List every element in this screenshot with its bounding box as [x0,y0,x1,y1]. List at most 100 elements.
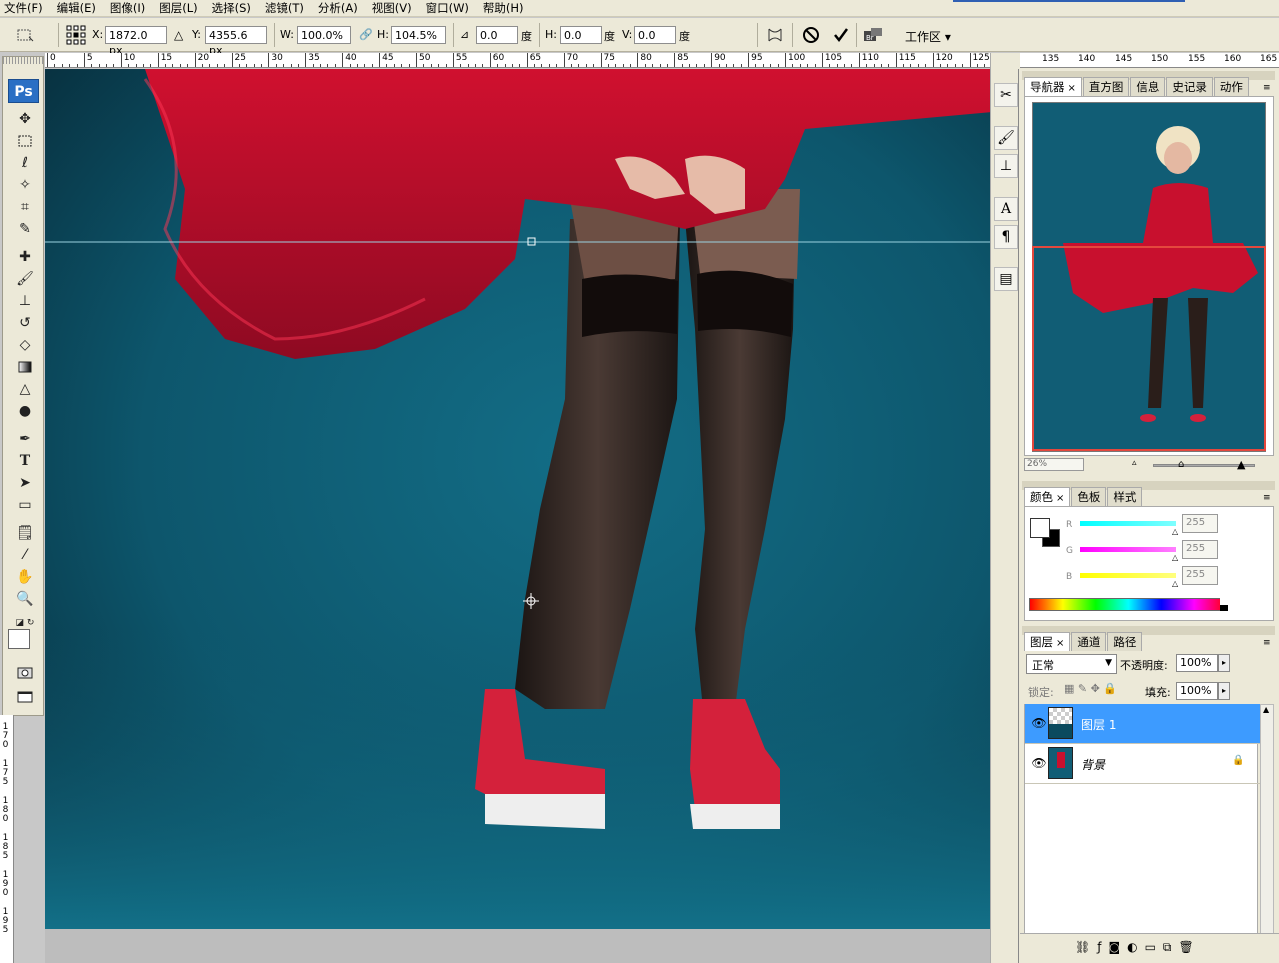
zoom-in-icon[interactable]: ▲ [1237,458,1245,471]
marquee-tool-icon[interactable] [11,131,39,151]
menu-analysis[interactable]: 分析(A) [318,0,358,16]
layer-name[interactable]: 背景 [1081,756,1105,773]
visibility-eye-icon[interactable]: 👁 [1031,756,1047,770]
zoom-out-icon[interactable]: ▵ [1132,458,1137,468]
x-field[interactable]: 1872.0 px [105,26,167,57]
opacity-arrow-icon[interactable]: ▸ [1218,654,1230,672]
menu-window[interactable]: 窗口(W) [426,0,469,16]
pen-tool-icon[interactable]: ✒ [11,429,39,449]
blend-mode-select[interactable]: 正常 ▼ [1026,654,1117,674]
tab-layers[interactable]: 图层 × [1024,632,1071,651]
dodge-tool-icon[interactable]: ● [11,401,39,421]
rotate-field[interactable]: 0.0 [476,26,518,44]
h-field[interactable]: 104.5% [391,26,446,44]
opacity-field[interactable]: 100% [1176,654,1218,672]
character-icon[interactable]: A [994,197,1018,221]
type-tool-icon[interactable]: T [11,451,39,471]
gradient-tool-icon[interactable] [11,357,39,377]
screen-mode-icon[interactable] [11,687,39,707]
tab-histogram[interactable]: 直方图 [1082,77,1130,96]
delta-icon[interactable]: △ [174,28,183,42]
lock-icons[interactable]: ▦ ✎ ✥ 🔒 [1064,682,1117,695]
menu-select[interactable]: 选择(S) [212,0,251,16]
magic-wand-icon[interactable]: ✧ [11,175,39,195]
fill-field[interactable]: 100% [1176,682,1218,700]
menu-help[interactable]: 帮助(H) [483,0,524,16]
shape-tool-icon[interactable]: ▭ [11,495,39,515]
color-fg-swatch[interactable] [1030,518,1050,538]
tab-history[interactable]: 史记录 [1166,77,1213,96]
layer-comps-icon[interactable]: ▤ [994,267,1018,291]
b-slider[interactable] [1080,573,1176,578]
menu-image[interactable]: 图像(I) [110,0,145,16]
foreground-color-swatch[interactable] [8,629,30,649]
tab-color[interactable]: 颜色 × [1024,487,1071,506]
w-field[interactable]: 100.0% [297,26,351,44]
panel-menu-icon[interactable]: ≡ [1263,83,1271,93]
healing-brush-icon[interactable]: ✚ [11,247,39,267]
eyedropper-icon[interactable]: ⁄ [11,545,39,565]
menu-file[interactable]: 文件(F) [4,0,43,16]
layers-panel-menu-icon[interactable]: ≡ [1263,638,1271,648]
r-slider-thumb[interactable]: △ [1172,527,1178,536]
layer-footer-icons[interactable]: ⛓ƒ◙◐▭⧉🗑 [1075,940,1201,955]
warp-mode-icon[interactable] [764,25,786,45]
y-field[interactable]: 4355.6 px [205,26,267,57]
navigator-zoom-field[interactable]: 26% [1024,458,1084,471]
paragraph-icon[interactable]: ¶ [994,225,1018,249]
color-ramp[interactable] [1029,598,1228,611]
tab-styles[interactable]: 样式 [1107,487,1143,506]
crop-tool-icon[interactable]: ⌗ [11,197,39,217]
vskew-field[interactable]: 0.0 [634,26,676,44]
visibility-eye-icon[interactable]: 👁 [1031,716,1047,730]
cancel-transform-icon[interactable] [800,25,822,45]
tab-info[interactable]: 信息 [1130,77,1166,96]
clone-source-icon[interactable]: ⊥ [994,154,1018,178]
zoom-slider-thumb[interactable]: ⌂ [1178,459,1184,470]
brushes-icon[interactable]: 🖌 [994,126,1018,150]
zoom-tool-icon[interactable]: 🔍 [11,589,39,609]
menu-view[interactable]: 视图(V) [372,0,412,16]
brush-tool-icon[interactable]: 🖌 [11,269,39,289]
b-value[interactable]: 255 [1182,566,1218,585]
layer-row-background[interactable]: 👁 背景 🔒 [1025,744,1260,784]
tab-actions[interactable]: 动作 [1213,77,1249,96]
clone-stamp-icon[interactable]: ⊥ [11,291,39,311]
tool-presets-icon[interactable]: ✂ [994,83,1018,107]
bridge-icon[interactable]: Br [862,25,884,45]
hskew-field[interactable]: 0.0 [560,26,602,44]
tab-paths[interactable]: 路径 [1107,632,1143,651]
g-slider-thumb[interactable]: △ [1172,553,1178,562]
tab-swatches[interactable]: 色板 [1071,487,1107,506]
b-slider-thumb[interactable]: △ [1172,579,1178,588]
notes-tool-icon[interactable]: 🗒 [11,523,39,543]
navigator-view-box[interactable] [1032,246,1266,451]
eraser-tool-icon[interactable]: ◇ [11,335,39,355]
hand-tool-icon[interactable]: ✋ [11,567,39,587]
workspace-menu[interactable]: 工作区 ▾ [905,28,951,45]
layers-scrollbar[interactable]: ▲ ▼ [1260,704,1274,944]
path-select-icon[interactable]: ➤ [11,473,39,493]
commit-transform-icon[interactable] [830,25,852,45]
g-value[interactable]: 255 [1182,540,1218,559]
document-canvas[interactable] [45,69,1018,929]
slice-tool-icon[interactable]: ✎ [11,219,39,239]
g-slider[interactable] [1080,547,1176,552]
menu-filter[interactable]: 滤镜(T) [265,0,304,16]
lasso-tool-icon[interactable]: ℓ [11,153,39,173]
transform-tool-icon[interactable] [14,25,36,45]
link-icon[interactable]: 🔗 [359,28,373,41]
quick-mask-icon[interactable] [11,663,39,683]
tab-channels[interactable]: 通道 [1071,632,1107,651]
layer-name[interactable]: 图层 1 [1081,716,1116,733]
blur-tool-icon[interactable]: △ [11,379,39,399]
fill-arrow-icon[interactable]: ▸ [1218,682,1230,700]
layer-row-layer1[interactable]: 👁 图层 1 [1025,704,1260,744]
tab-navigator[interactable]: 导航器 × [1024,77,1082,96]
history-brush-icon[interactable]: ↺ [11,313,39,333]
menu-edit[interactable]: 编辑(E) [57,0,96,16]
color-panel-menu-icon[interactable]: ≡ [1263,493,1271,503]
reference-point-icon[interactable] [65,25,87,45]
r-value[interactable]: 255 [1182,514,1218,533]
r-slider[interactable] [1080,521,1176,526]
